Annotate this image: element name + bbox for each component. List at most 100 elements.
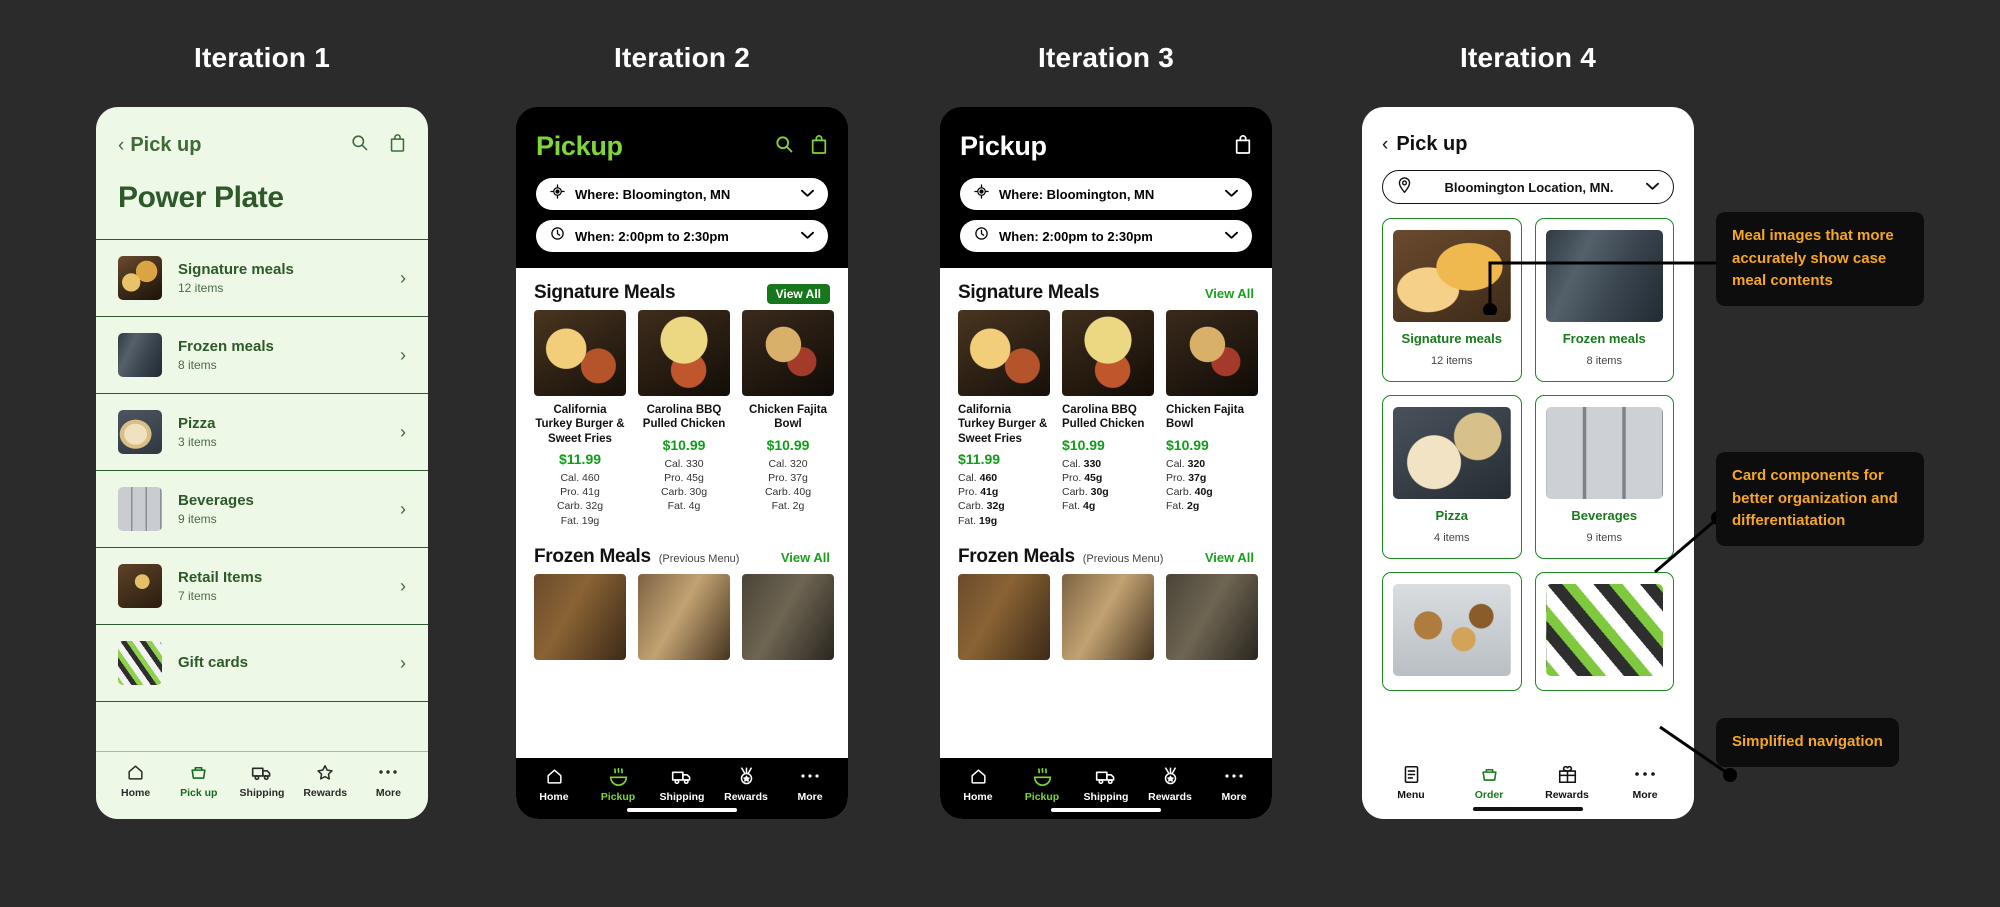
product-image bbox=[638, 573, 730, 660]
nav-item-home[interactable]: Home bbox=[522, 766, 586, 803]
nav-label: Rewards bbox=[1148, 791, 1192, 803]
category-thumbnail bbox=[118, 564, 162, 608]
product-card[interactable] bbox=[1062, 573, 1154, 660]
product-row-frozen bbox=[940, 573, 1272, 660]
nav-label: Rewards bbox=[724, 791, 768, 803]
category-image bbox=[1393, 230, 1511, 322]
section-subtitle: (Previous Menu) bbox=[1082, 552, 1164, 565]
product-image bbox=[958, 310, 1050, 396]
nav-item-home[interactable]: Home bbox=[946, 766, 1010, 803]
back-button[interactable]: ‹ Pick up bbox=[1382, 133, 1674, 156]
iteration2-header-icons bbox=[774, 134, 828, 159]
where-selector[interactable]: Where: Bloomington, MN bbox=[536, 178, 828, 210]
iteration2-body: Signature Meals View All California Turk… bbox=[516, 268, 848, 819]
nav-item-pickup[interactable]: Pick up bbox=[167, 762, 230, 799]
product-card[interactable] bbox=[742, 573, 834, 660]
back-button[interactable]: ‹ Pick up bbox=[118, 134, 201, 157]
nav-label: Rewards bbox=[1545, 789, 1589, 801]
nav-item-rewards[interactable]: Rewards bbox=[294, 762, 357, 799]
shopping-bag-icon[interactable] bbox=[389, 133, 406, 157]
home-icon bbox=[104, 762, 167, 782]
when-text: When: 2:00pm to 2:30pm bbox=[999, 228, 1153, 244]
category-card[interactable]: Frozen meals 8 items bbox=[1534, 218, 1674, 382]
nav-item-rewards[interactable]: Rewards bbox=[1528, 764, 1606, 801]
product-image bbox=[958, 573, 1050, 660]
nav-label: More bbox=[375, 787, 401, 799]
list-item[interactable]: Gift cards › bbox=[96, 625, 428, 702]
category-subtitle: 4 items bbox=[1434, 532, 1470, 544]
ellipsis-icon bbox=[357, 762, 420, 782]
view-all-button[interactable]: View All bbox=[766, 284, 830, 304]
nav-item-home[interactable]: Home bbox=[104, 762, 167, 799]
category-list: Signature meals 12 items › Frozen meals … bbox=[96, 239, 428, 702]
category-title: Pizza bbox=[1435, 508, 1468, 523]
nav-item-more[interactable]: More bbox=[1202, 766, 1266, 803]
list-item[interactable]: Beverages 9 items › bbox=[96, 471, 428, 548]
product-card[interactable]: Chicken Fajita Bowl $10.99 Cal. 320 Pro.… bbox=[742, 310, 834, 528]
product-card[interactable]: California Turkey Burger & Sweet Fries $… bbox=[534, 310, 626, 528]
product-card[interactable] bbox=[534, 573, 626, 660]
product-card[interactable]: Carolina BBQ Pulled Chicken $10.99 Cal. … bbox=[638, 310, 730, 528]
chevron-down-icon bbox=[801, 185, 814, 203]
category-card[interactable] bbox=[1534, 572, 1674, 691]
nav-item-rewards[interactable]: Rewards bbox=[714, 766, 778, 803]
location-target-icon bbox=[550, 184, 565, 204]
nav-item-shipping[interactable]: Shipping bbox=[650, 766, 714, 803]
nav-item-menu[interactable]: Menu bbox=[1372, 764, 1450, 801]
product-image bbox=[534, 310, 626, 396]
phone-iteration-4: ‹ Pick up Bloomington Location, MN. Sign… bbox=[1362, 107, 1694, 819]
truck-icon bbox=[1074, 766, 1138, 786]
category-subtitle: 12 items bbox=[1430, 355, 1473, 367]
product-name: Chicken Fajita Bowl bbox=[1166, 404, 1244, 431]
bottom-navigation: Home Pickup Shipping Rewards More bbox=[940, 758, 1272, 819]
page-title: Power Plate bbox=[118, 181, 284, 214]
product-nutrition: Cal. 460 Pro. 41g Carb. 32g Fat. 19g bbox=[958, 472, 1005, 527]
list-item[interactable]: Retail Items 7 items › bbox=[96, 548, 428, 625]
list-item[interactable]: Frozen meals 8 items › bbox=[96, 317, 428, 394]
nav-item-shipping[interactable]: Shipping bbox=[230, 762, 293, 799]
where-selector[interactable]: Where: Bloomington, MN bbox=[960, 178, 1252, 210]
when-selector[interactable]: When: 2:00pm to 2:30pm bbox=[536, 220, 828, 252]
product-image bbox=[1166, 310, 1258, 396]
category-thumbnail bbox=[118, 641, 162, 685]
product-card[interactable] bbox=[638, 573, 730, 660]
shopping-bag-icon[interactable] bbox=[810, 134, 828, 159]
category-card[interactable] bbox=[1382, 572, 1522, 691]
nav-item-order[interactable]: Order bbox=[1450, 764, 1528, 801]
category-card[interactable]: Beverages 9 items bbox=[1534, 395, 1674, 559]
category-card[interactable]: Pizza 4 items bbox=[1382, 395, 1522, 559]
product-card[interactable] bbox=[958, 573, 1050, 660]
category-thumbnail bbox=[118, 333, 162, 377]
view-all-link[interactable]: View All bbox=[1205, 550, 1254, 565]
search-icon[interactable] bbox=[774, 134, 794, 159]
product-card[interactable]: California Turkey Burger & Sweet Fries $… bbox=[958, 310, 1050, 528]
search-icon[interactable] bbox=[350, 133, 369, 157]
list-item[interactable]: Signature meals 12 items › bbox=[96, 240, 428, 317]
product-nutrition: Cal. 460 Pro. 41g Carb. 32g Fat. 19g bbox=[556, 472, 604, 527]
nav-item-pickup[interactable]: Pickup bbox=[1010, 766, 1074, 803]
nav-item-more[interactable]: More bbox=[778, 766, 842, 803]
category-thumbnail bbox=[118, 487, 162, 531]
location-target-icon bbox=[974, 184, 989, 204]
when-selector[interactable]: When: 2:00pm to 2:30pm bbox=[960, 220, 1252, 252]
list-item[interactable]: Pizza 3 items › bbox=[96, 394, 428, 471]
product-card[interactable]: Carolina BBQ Pulled Chicken $10.99 Cal. … bbox=[1062, 310, 1154, 528]
product-card[interactable]: Chicken Fajita Bowl $10.99 Cal. 320 Pro.… bbox=[1166, 310, 1258, 528]
product-name: Carolina BBQ Pulled Chicken bbox=[642, 404, 726, 431]
nav-item-more[interactable]: More bbox=[357, 762, 420, 799]
product-nutrition: Cal. 330 Pro. 45g Carb. 30g Fat. 4g bbox=[1062, 457, 1109, 513]
product-card[interactable] bbox=[1166, 573, 1258, 660]
view-all-link[interactable]: View All bbox=[1205, 286, 1254, 301]
location-selector[interactable]: Bloomington Location, MN. bbox=[1382, 170, 1674, 204]
nav-item-pickup[interactable]: Pickup bbox=[586, 766, 650, 803]
product-row-signature: California Turkey Burger & Sweet Fries $… bbox=[940, 310, 1272, 528]
home-indicator bbox=[1473, 807, 1583, 811]
view-all-link[interactable]: View All bbox=[781, 550, 830, 565]
nav-item-more[interactable]: More bbox=[1606, 764, 1684, 801]
nav-item-rewards[interactable]: Rewards bbox=[1138, 766, 1202, 803]
shopping-bag-icon[interactable] bbox=[1234, 134, 1252, 159]
ellipsis-icon bbox=[1606, 764, 1684, 784]
nav-item-shipping[interactable]: Shipping bbox=[1074, 766, 1138, 803]
category-card[interactable]: Signature meals 12 items bbox=[1382, 218, 1522, 382]
truck-icon bbox=[650, 766, 714, 786]
